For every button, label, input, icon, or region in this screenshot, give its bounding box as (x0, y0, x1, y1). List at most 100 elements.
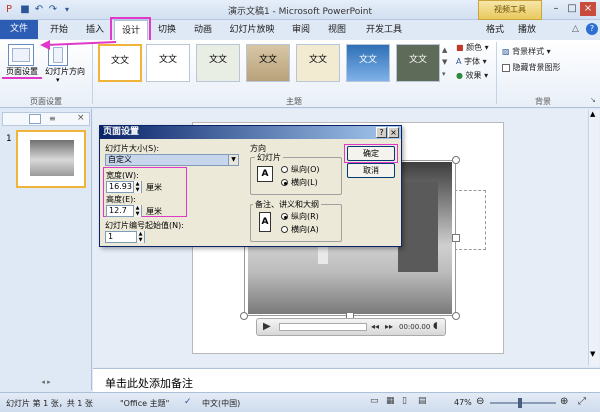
slide-sorter-icon[interactable]: ▦ (386, 396, 395, 406)
reading-view-icon[interactable]: ▯ (402, 396, 407, 406)
rewind-icon[interactable]: ◂◂ (371, 322, 379, 331)
tab-transitions[interactable]: 切换 (150, 20, 184, 40)
scroll-up-icon[interactable]: ▲ (590, 110, 595, 118)
group-separator (496, 42, 497, 104)
slide-size-value: 自定义 (108, 155, 132, 164)
help-icon[interactable]: ? (376, 127, 387, 138)
hide-background-graphics[interactable]: 隐藏背景图形 (502, 62, 561, 74)
slide-size-label: 幻灯片大小(S): (105, 144, 160, 153)
landscape-radio[interactable] (281, 179, 288, 186)
fonts-button[interactable]: A 字体 ▾ (456, 56, 487, 68)
slide-orientation-button[interactable]: 幻灯片方向 (42, 66, 88, 77)
effects-button[interactable]: ● 效果 ▾ (456, 70, 488, 82)
play-icon[interactable]: ▶ (263, 321, 271, 332)
resize-handle[interactable] (240, 312, 248, 320)
portrait-label: 纵向(O) (291, 165, 320, 174)
close-icon[interactable]: × (580, 2, 596, 16)
resize-handle[interactable] (452, 234, 460, 242)
tab-slideshow[interactable]: 幻灯片放映 (224, 20, 280, 40)
more-themes-icon[interactable]: ▾ (442, 70, 446, 78)
tab-home[interactable]: 开始 (42, 20, 76, 40)
width-input[interactable]: 16.93 ▲ ▼ (106, 181, 142, 193)
tab-view[interactable]: 视图 (320, 20, 354, 40)
scroll-down-icon[interactable]: ▼ (442, 58, 447, 66)
language[interactable]: 中文(中国) (202, 398, 240, 409)
resize-handle[interactable] (452, 312, 460, 320)
numbering-value: 1 (108, 232, 114, 241)
numbering-spinner-icon[interactable]: ▲ ▼ (136, 231, 144, 243)
maximize-icon[interactable]: □ (564, 2, 580, 16)
zoom-slider[interactable] (490, 398, 556, 408)
height-label: 高度(E): (106, 195, 136, 204)
slide-info: 幻灯片 第 1 张，共 1 张 (6, 399, 93, 408)
notes-orientation-group: 备注、讲义和大纲 A 纵向(R) 横向(A) (250, 199, 342, 242)
annotation-arrow-icon (40, 40, 117, 50)
notes-pane[interactable]: 单击此处添加备注 (93, 368, 600, 392)
group-label-page-setup: 页面设置 (30, 97, 62, 106)
tab-playback[interactable]: 播放 (512, 20, 542, 40)
panel-scroll-icon[interactable]: ◂ ▸ (0, 378, 92, 386)
vertical-scrollbar[interactable]: ▲ ▼ (588, 110, 599, 366)
tab-review[interactable]: 审阅 (284, 20, 318, 40)
scroll-up-icon[interactable]: ▲ (442, 46, 447, 54)
close-panel-icon[interactable]: × (77, 113, 85, 123)
chevron-down-icon[interactable]: ▾ (56, 76, 60, 84)
theme-4[interactable]: 文文 (246, 44, 290, 82)
theme-6[interactable]: 文文 (346, 44, 390, 82)
help-icon[interactable]: ? (586, 23, 598, 35)
minimize-ribbon-icon[interactable]: △ (572, 24, 579, 34)
notes-placeholder: 单击此处添加备注 (105, 377, 193, 390)
theme-3[interactable]: 文文 (196, 44, 240, 82)
zoom-slider-thumb[interactable] (518, 398, 522, 408)
volume-icon[interactable]: ◖ (433, 321, 438, 331)
theme-name: "Office 主题" (120, 399, 170, 408)
forward-icon[interactable]: ▸▸ (385, 322, 393, 331)
background-styles-button[interactable]: ▨ 背景样式 ▾ (502, 46, 551, 58)
cancel-button[interactable]: 取消 (347, 163, 395, 178)
zoom-level[interactable]: 47% (454, 398, 472, 407)
chevron-down-icon[interactable]: ▼ (228, 155, 238, 165)
page-setup-button[interactable]: 页面设置 (2, 66, 42, 79)
theme-2[interactable]: 文文 (146, 44, 190, 82)
portrait-radio[interactable] (281, 166, 288, 173)
zoom-in-icon[interactable]: ⊕ (560, 396, 568, 407)
spell-check-icon[interactable]: ✓ (184, 397, 192, 407)
ok-button[interactable]: 确定 (347, 146, 395, 161)
dialog-launcher-icon[interactable]: ↘ (590, 96, 596, 104)
resize-handle[interactable] (452, 156, 460, 164)
video-progress-bar[interactable] (279, 323, 367, 331)
slideshow-view-icon[interactable]: ▤ (418, 396, 427, 406)
width-label: 宽度(W): (106, 171, 139, 180)
tab-file[interactable]: 文件 (0, 20, 38, 39)
width-spinner-icon[interactable]: ▲ ▼ (133, 181, 141, 193)
slide-thumbnail[interactable] (16, 130, 86, 188)
video-tools-context-label: 视频工具 (478, 0, 542, 20)
ribbon-tab-bar: 文件 开始 插入 设计 切换 动画 幻灯片放映 审阅 视图 开发工具 格式 播放… (0, 20, 600, 40)
fit-to-window-icon[interactable]: ⤢ (578, 396, 586, 407)
numbering-input[interactable]: 1 ▲ ▼ (105, 231, 145, 243)
dialog-title: 页面设置 (100, 126, 401, 139)
notes-portrait-radio[interactable] (281, 213, 288, 220)
width-value: 16.93 (109, 182, 132, 191)
scroll-down-icon[interactable]: ▼ (590, 350, 595, 358)
tab-developer[interactable]: 开发工具 (358, 20, 410, 40)
close-icon[interactable]: × (388, 127, 399, 138)
notes-landscape-radio[interactable] (281, 226, 288, 233)
tab-format[interactable]: 格式 (480, 20, 510, 40)
page-setup-icon[interactable] (8, 44, 34, 66)
height-input[interactable]: 12.7 ▲ ▼ (106, 205, 142, 217)
effects-icon: ● (456, 71, 463, 80)
theme-7[interactable]: 文文 (396, 44, 440, 82)
tab-animations[interactable]: 动画 (186, 20, 220, 40)
zoom-out-icon[interactable]: ⊖ (476, 396, 484, 407)
tab-insert[interactable]: 插入 (78, 20, 112, 40)
theme-5[interactable]: 文文 (296, 44, 340, 82)
slides-tab-icon[interactable] (29, 114, 41, 124)
minimize-icon[interactable]: – (548, 2, 564, 16)
colors-button[interactable]: ■ 颜色 ▾ (456, 42, 489, 54)
slide-size-select[interactable]: 自定义 ▼ (105, 154, 239, 166)
normal-view-icon[interactable]: ▭ (370, 396, 379, 406)
height-spinner-icon[interactable]: ▲ ▼ (133, 205, 141, 217)
video-time: 00:00.00 (399, 323, 431, 331)
outline-tab-icon[interactable]: ≡ (49, 114, 61, 124)
